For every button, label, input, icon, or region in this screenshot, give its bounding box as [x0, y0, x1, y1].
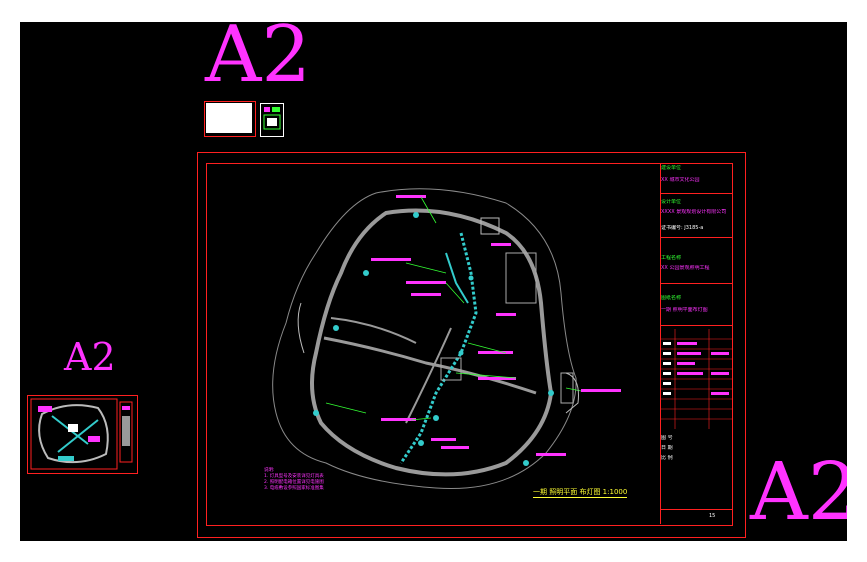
thumbnail-sheet-top-paper — [206, 103, 252, 133]
title-block-divider — [661, 509, 732, 510]
lighting-circuit-main — [399, 232, 478, 464]
drawing-notes: 说明: 1. 灯具型号及安装详见灯具表 2. 照明配电箱位置详见电施图 3. 电… — [264, 468, 354, 492]
thumbnail-sheet-top-legend[interactable] — [260, 103, 284, 137]
title-block-designer-label: 设计单位 — [661, 199, 682, 205]
title-block-date: 日 期 — [661, 445, 673, 451]
cad-drawing-canvas[interactable]: A2 A2 A2 一期 照明平面 布灯图 1:1000 说明: 1. 灯具型号及… — [20, 22, 847, 541]
title-block-drawing-name: 一期 照明平面布灯图 — [661, 307, 708, 313]
sheet-size-label-right: A2 — [750, 445, 847, 538]
notes-line: 3. 电缆敷设参照国家标准图集 — [264, 486, 324, 491]
thumbnail-legend-graphic — [263, 107, 281, 130]
title-block-owner-name: XX 城市文化公园 — [661, 177, 700, 183]
inner-road-cross — [330, 317, 417, 344]
title-block-designer-name: XXXX 景观规划设计有限公司 — [661, 209, 727, 215]
title-block-project-name: XX 公园景观照明工程 — [661, 265, 710, 271]
title-block-drawing-label: 图纸名称 — [661, 295, 682, 301]
title-block-scale: 比 例 — [661, 455, 673, 461]
title-block-drawing-no: 图 号 — [661, 435, 673, 441]
west-terrace-outline — [297, 302, 305, 354]
thumbnail-plan-graphic — [30, 398, 133, 470]
window-frame-bottom — [0, 541, 867, 562]
title-block-signature-grid — [661, 329, 732, 429]
inner-road-horizontal — [323, 336, 537, 395]
title-block-certificate: 证书编号: J3185-a — [661, 225, 704, 231]
title-block-divider — [661, 237, 732, 238]
title-block-divider — [661, 325, 732, 326]
title-block-project-label: 工程名称 — [661, 255, 682, 261]
sheet-size-label-left: A2 — [64, 335, 116, 379]
title-block: 建设单位 XX 城市文化公园 设计单位 XXXX 景观规划设计有限公司 证书编号… — [660, 163, 732, 524]
title-block-divider — [661, 193, 732, 194]
window-frame-right — [847, 0, 867, 562]
title-block-owner-label: 建设单位 — [661, 165, 682, 171]
window-frame-left — [0, 0, 20, 562]
title-block-sheet-number: 15 — [709, 513, 716, 519]
window-frame-top — [0, 0, 867, 22]
drawing-scale-caption: 一期 照明平面 布灯图 1:1000 — [533, 488, 628, 498]
thumbnail-sheet-left[interactable] — [27, 395, 138, 474]
title-block-divider — [661, 283, 732, 284]
light-fixture-markers — [313, 212, 554, 466]
sheet-size-label-top: A2 — [205, 22, 311, 100]
